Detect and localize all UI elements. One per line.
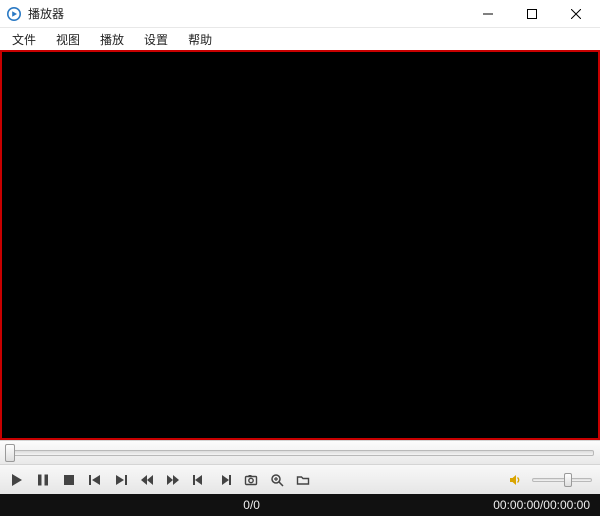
seek-thumb[interactable]	[5, 444, 15, 462]
seekbar-row	[0, 440, 600, 464]
pause-button[interactable]	[34, 471, 52, 489]
maximize-button[interactable]	[510, 0, 554, 28]
seek-slider[interactable]	[6, 450, 594, 456]
volume-thumb[interactable]	[564, 473, 572, 487]
stop-button[interactable]	[60, 471, 78, 489]
menu-help[interactable]: 帮助	[178, 28, 222, 50]
close-button[interactable]	[554, 0, 598, 28]
skip-back-button[interactable]	[86, 471, 104, 489]
step-back-button[interactable]	[190, 471, 208, 489]
status-time: 00:00:00/00:00:00	[493, 498, 590, 512]
menu-settings[interactable]: 设置	[134, 28, 178, 50]
window-title: 播放器	[28, 5, 64, 22]
volume-slider[interactable]	[532, 478, 592, 482]
app-icon	[6, 6, 22, 22]
rewind-button[interactable]	[138, 471, 156, 489]
snapshot-button[interactable]	[242, 471, 260, 489]
status-position: 0/0	[243, 498, 260, 512]
zoom-button[interactable]	[268, 471, 286, 489]
titlebar: 播放器	[0, 0, 600, 28]
volume-icon[interactable]	[506, 471, 524, 489]
controls-row	[0, 464, 600, 494]
step-forward-button[interactable]	[216, 471, 234, 489]
menubar: 文件 视图 播放 设置 帮助	[0, 28, 600, 50]
skip-forward-button[interactable]	[112, 471, 130, 489]
open-folder-button[interactable]	[294, 471, 312, 489]
video-area[interactable]	[0, 50, 600, 440]
fast-forward-button[interactable]	[164, 471, 182, 489]
minimize-button[interactable]	[466, 0, 510, 28]
menu-file[interactable]: 文件	[2, 28, 46, 50]
menu-view[interactable]: 视图	[46, 28, 90, 50]
statusbar: 0/0 00:00:00/00:00:00	[0, 494, 600, 516]
menu-play[interactable]: 播放	[90, 28, 134, 50]
play-button[interactable]	[8, 471, 26, 489]
